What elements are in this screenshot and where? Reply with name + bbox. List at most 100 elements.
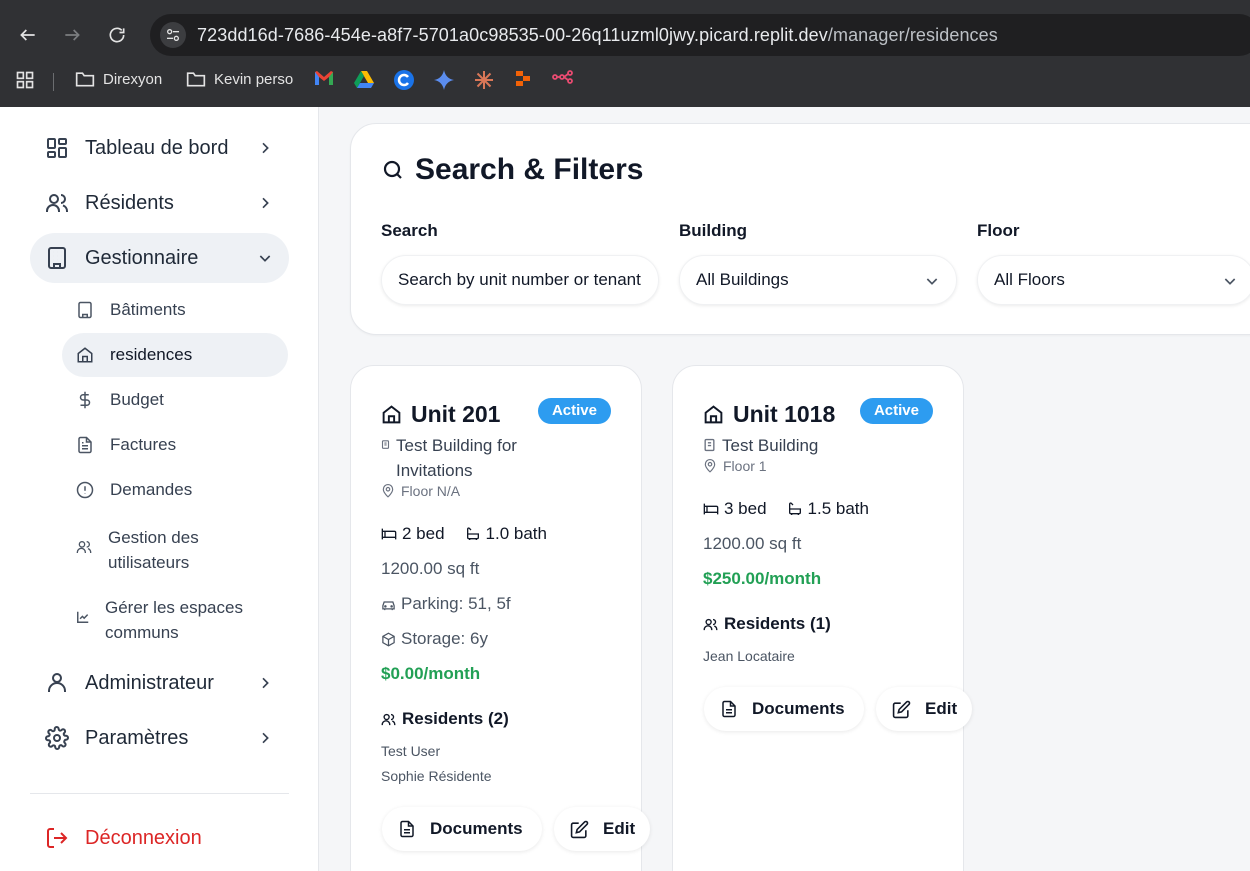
sidebar-item-gestionnaire[interactable]: Gestionnaire [30, 233, 289, 283]
chevron-down-icon [1224, 278, 1236, 285]
building-label: Building [679, 221, 747, 240]
users-icon [381, 713, 396, 725]
resident-name: Sophie Résidente [381, 768, 492, 784]
forward-button[interactable] [59, 22, 85, 48]
bath-icon [466, 527, 479, 540]
baths: 1.0 bath [465, 524, 547, 544]
monthly-price: $0.00/month [381, 664, 481, 683]
sidebar-subitem-gestion-utilisateurs[interactable]: Gestion des utilisateurs [62, 513, 288, 573]
chevron-down-icon [926, 278, 938, 285]
residence-card: Unit 1018 Active Test Building Floor 1 3… [672, 365, 972, 871]
building-select[interactable]: All Buildings [679, 255, 957, 305]
edit-icon [892, 700, 911, 718]
sidebar-item-tableau-de-bord[interactable]: Tableau de bord [30, 123, 289, 173]
status-badge: Active [537, 398, 611, 424]
back-button[interactable] [15, 22, 41, 48]
sidebar-subitem-factures[interactable]: Factures [62, 423, 288, 467]
documents-button[interactable]: Documents [704, 687, 864, 731]
chart-icon [77, 611, 89, 623]
unit-number: Unit 1018 [733, 401, 836, 427]
file-icon [722, 700, 736, 718]
edit-icon [570, 820, 589, 838]
residents-heading: Residents (2) [381, 709, 509, 729]
user-icon [48, 673, 66, 692]
floor-label: Floor [977, 221, 1020, 240]
home-icon [704, 405, 723, 424]
chevron-right-icon [262, 732, 269, 744]
baths: 1.5 bath [787, 499, 869, 519]
bookmark-kevin-perso[interactable]: Kevin perso [186, 70, 293, 88]
browser-chrome: 723dd16d-7686-454e-a8f7-5701a0c98535-00-… [0, 0, 1250, 107]
home-icon [77, 347, 93, 363]
sidebar-divider [30, 793, 289, 794]
dashboard-icon [47, 138, 67, 158]
bookmark-direxyon[interactable]: Direxyon [75, 70, 162, 88]
site-info-icon[interactable] [160, 22, 186, 48]
folder-icon [75, 72, 95, 87]
sidebar-item-parametres[interactable]: Paramètres [30, 713, 289, 763]
area: 1200.00 sq ft [703, 534, 802, 553]
chevron-right-icon [262, 677, 269, 689]
floor-info: Floor 1 [703, 458, 767, 474]
sidebar-subitem-espaces-communs[interactable]: Gérer les espaces communs [62, 583, 288, 643]
users-icon [46, 194, 68, 212]
building-icon [78, 301, 92, 319]
residence-card: Unit 201 Active Test Building for Invitat… [350, 365, 650, 871]
claude-icon[interactable] [474, 70, 494, 90]
n8n-icon[interactable] [552, 70, 574, 84]
reload-icon [109, 27, 125, 43]
replit-icon[interactable] [514, 70, 532, 88]
file-icon [400, 820, 414, 838]
resident-name: Jean Locataire [703, 648, 795, 664]
gmail-icon[interactable] [314, 70, 334, 86]
apps-icon[interactable] [15, 70, 35, 90]
logout-button[interactable]: Déconnexion [30, 814, 289, 862]
search-filters-panel: Search & Filters Search Building All Bui… [350, 123, 1250, 335]
filters-header: Search & Filters [381, 153, 643, 187]
address-bar[interactable]: 723dd16d-7686-454e-a8f7-5701a0c98535-00-… [150, 14, 1250, 56]
beds: 2 bed [381, 524, 445, 544]
dollar-icon [79, 391, 91, 409]
reload-button[interactable] [104, 22, 130, 48]
sidebar-subitem-budget[interactable]: Budget [62, 378, 288, 422]
floor-select[interactable]: All Floors [977, 255, 1250, 305]
storage-info: Storage: 6y [381, 629, 488, 649]
sidebar-item-administrateur[interactable]: Administrateur [30, 658, 289, 708]
car-icon [382, 600, 395, 610]
building-icon [381, 440, 390, 449]
chevron-right-icon [262, 142, 269, 154]
users-icon [76, 541, 92, 553]
file-icon [78, 436, 92, 454]
search-icon [383, 160, 402, 179]
area: 1200.00 sq ft [381, 559, 480, 578]
parking-info: Parking: 51, 5f [381, 594, 511, 614]
c-app-icon[interactable] [394, 70, 414, 90]
floor-info: Floor N/A [381, 483, 460, 499]
building-icon [704, 438, 715, 452]
sidebar-subitem-batiments[interactable]: Bâtiments [62, 288, 288, 332]
bookmarks-bar: Direxyon Kevin perso [0, 62, 1250, 100]
google-drive-icon[interactable] [354, 70, 374, 88]
residents-heading: Residents (1) [703, 614, 831, 634]
sidebar-item-residents[interactable]: Résidents [30, 178, 289, 228]
edit-button[interactable]: Edit [554, 807, 650, 851]
package-icon [382, 632, 395, 646]
url-text: 723dd16d-7686-454e-a8f7-5701a0c98535-00-… [197, 25, 998, 45]
arrow-left-icon [20, 29, 35, 41]
folder-icon [186, 72, 206, 87]
sidebar-subitem-demandes[interactable]: Demandes [62, 468, 288, 512]
logout-icon [47, 828, 68, 848]
search-input[interactable] [382, 256, 658, 304]
search-input-wrapper [381, 255, 659, 305]
edit-button[interactable]: Edit [876, 687, 972, 731]
alert-circle-icon [76, 481, 94, 499]
gemini-icon[interactable] [434, 70, 454, 90]
documents-button[interactable]: Documents [382, 807, 542, 851]
arrow-right-icon [65, 29, 80, 41]
card-header: Unit 201 [381, 401, 500, 428]
sidebar-subitem-residences[interactable]: residences [62, 333, 288, 377]
monthly-price: $250.00/month [703, 569, 822, 588]
map-pin-icon [704, 459, 716, 473]
map-pin-icon [382, 484, 394, 498]
card-header: Unit 1018 [703, 401, 835, 428]
